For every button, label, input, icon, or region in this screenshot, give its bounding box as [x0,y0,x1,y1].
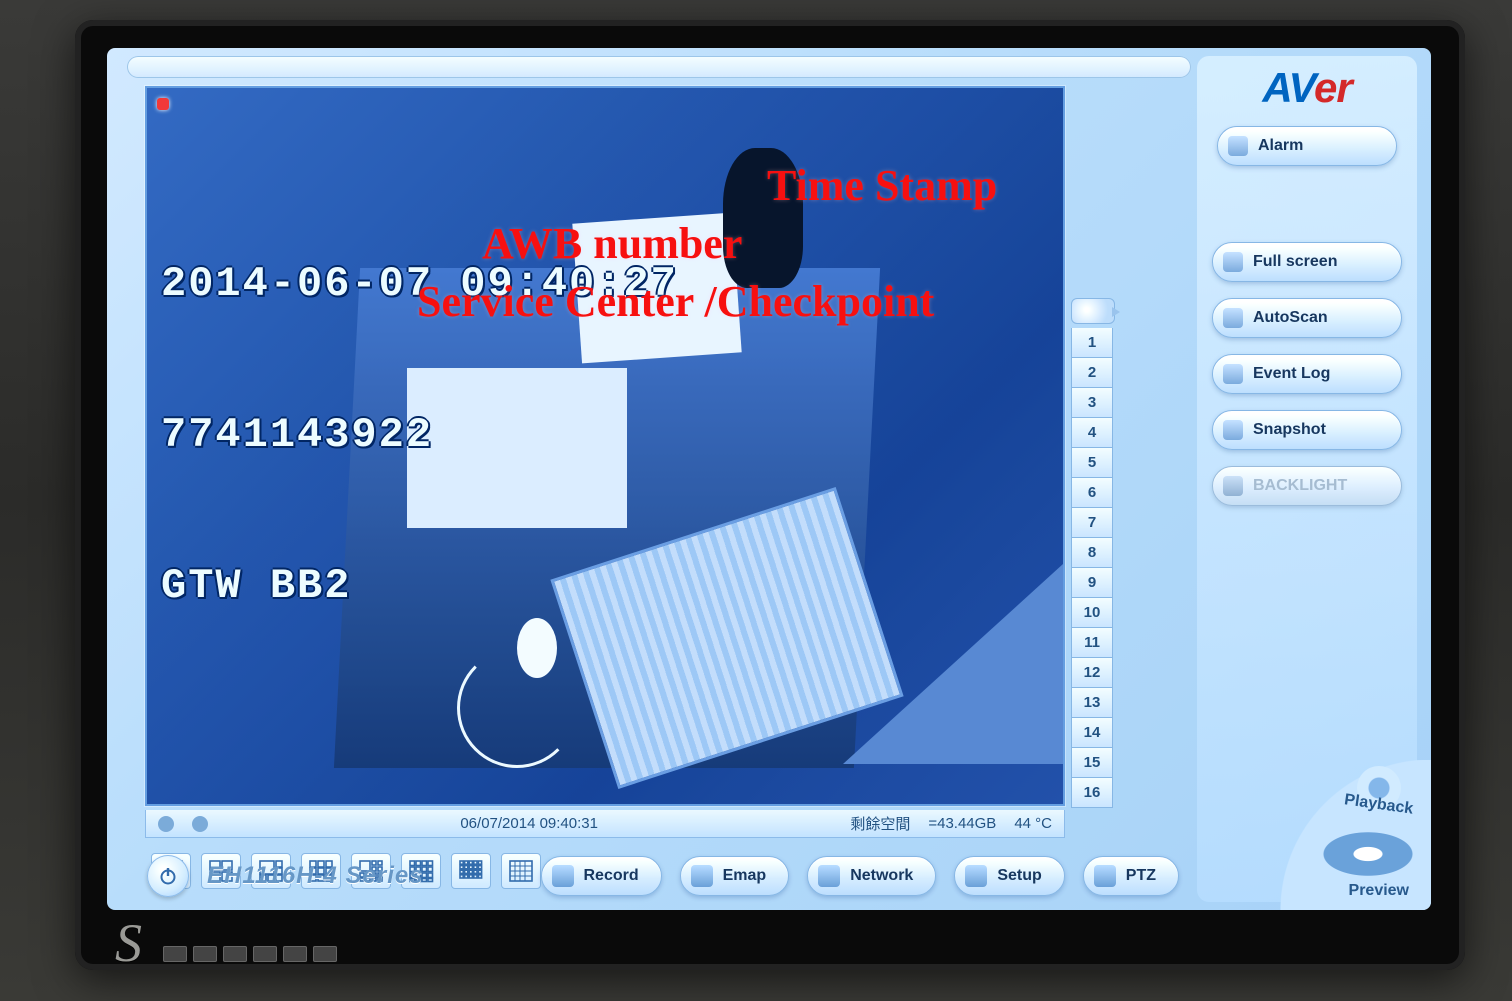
ptz-button[interactable]: PTZ [1083,856,1179,896]
channel-9-button[interactable]: 9 [1071,568,1113,598]
model-label: EH1116H-4 Series [207,862,424,890]
title-bar [127,56,1191,78]
playback-label[interactable]: Playback [1343,791,1414,818]
camera-feed: 2014-06-07 09:40:27 7741143922 GTW BB2 T… [147,88,1063,804]
annotation-timestamp: Time Stamp [767,160,997,211]
monitor-bezel: 2014-06-07 09:40:27 7741143922 GTW BB2 T… [75,20,1465,970]
channel-13-button[interactable]: 13 [1071,688,1113,718]
channel-3-button[interactable]: 3 [1071,388,1113,418]
backlight-button[interactable]: BACKLIGHT [1212,466,1402,506]
autoscan-button[interactable]: AutoScan [1212,298,1402,338]
channel-1-button[interactable]: 1 [1071,328,1113,358]
status-icon [192,816,208,832]
status-disk-label: 剩餘空間 [850,813,910,834]
annotation-checkpoint: Service Center /Checkpoint [417,276,934,327]
record-button[interactable]: Record [541,856,662,896]
alarm-button[interactable]: Alarm [1217,126,1397,166]
fullscreen-button[interactable]: Full screen [1212,242,1402,282]
preview-label[interactable]: Preview [1349,882,1409,900]
channel-2-button[interactable]: 2 [1071,358,1113,388]
channel-8-button[interactable]: 8 [1071,538,1113,568]
video-viewport[interactable]: 2014-06-07 09:40:27 7741143922 GTW BB2 T… [145,86,1065,806]
record-indicator-icon [157,98,169,110]
eventlog-button[interactable]: Event Log [1212,354,1402,394]
channel-12-button[interactable]: 12 [1071,658,1113,688]
mode-wedge: Playback Preview [1251,760,1431,910]
setup-button[interactable]: Setup [954,856,1064,896]
channel-7-button[interactable]: 7 [1071,508,1113,538]
channel-10-button[interactable]: 10 [1071,598,1113,628]
monitor-badges [163,946,337,962]
channel-6-button[interactable]: 6 [1071,478,1113,508]
osd-checkpoint: GTW BB2 [161,561,678,611]
snapshot-button[interactable]: Snapshot [1212,410,1402,450]
channel-14-button[interactable]: 14 [1071,718,1113,748]
channel-16-button[interactable]: 16 [1071,778,1113,808]
status-icon [158,816,174,832]
power-button[interactable] [147,855,189,897]
status-disk-value: =43.44GB [928,815,996,832]
status-bar: 06/07/2014 09:40:31 剩餘空間 =43.44GB 44 °C [145,810,1065,838]
application-screen: 2014-06-07 09:40:27 7741143922 GTW BB2 T… [107,48,1431,910]
channel-4-button[interactable]: 4 [1071,418,1113,448]
channel-15-button[interactable]: 15 [1071,748,1113,778]
emap-button[interactable]: Emap [680,856,790,896]
status-temperature: 44 °C [1014,815,1052,832]
camera-icon[interactable] [1071,298,1115,324]
command-bar: EH1116H-4 Series Record Emap Network Set… [135,850,1191,902]
annotation-awb: AWB number [482,218,742,269]
status-datetime: 06/07/2014 09:40:31 [460,815,598,832]
brand-logo: AVer [1262,64,1351,112]
osd-awb-number: 7741143922 [161,410,678,460]
network-button[interactable]: Network [807,856,936,896]
monitor-brand-icon: S [115,912,142,974]
channel-11-button[interactable]: 11 [1071,628,1113,658]
channel-list: 1 2 3 4 5 6 7 8 9 10 11 12 13 14 15 16 [1071,298,1115,808]
channel-5-button[interactable]: 5 [1071,448,1113,478]
preview-icon[interactable] [1323,832,1413,876]
